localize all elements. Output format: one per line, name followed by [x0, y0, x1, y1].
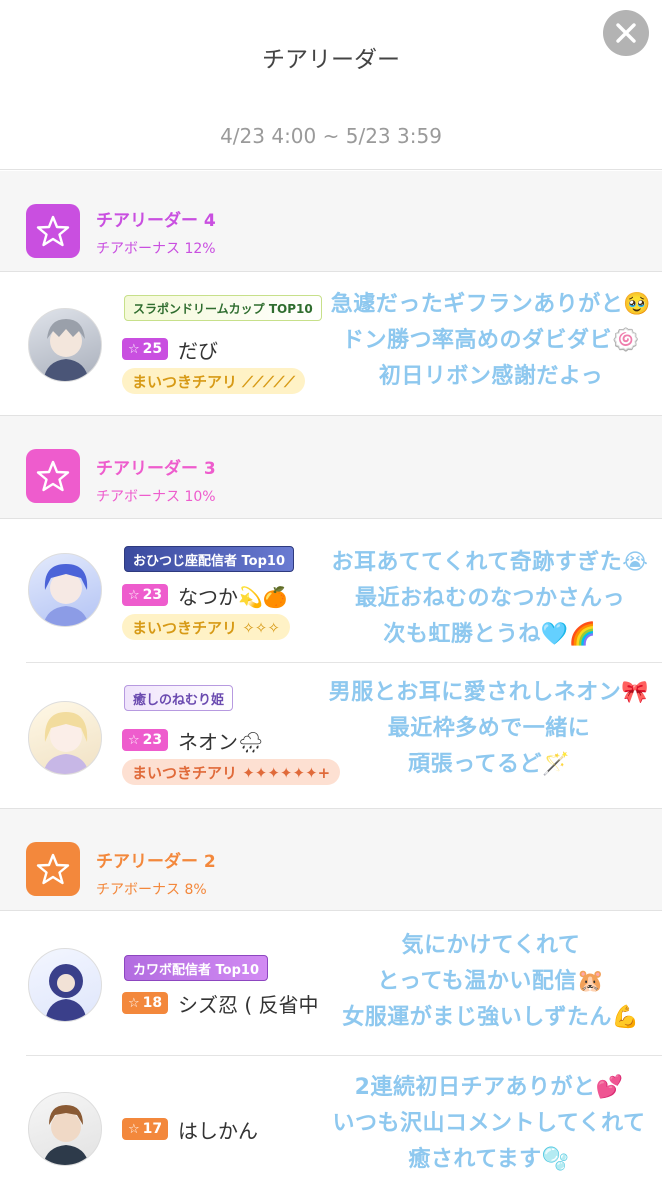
- level-value: 23: [142, 587, 163, 603]
- star-icon: [36, 853, 70, 885]
- message-line: 最近おねむのなつかさんっ: [354, 586, 625, 611]
- message-line: ドン勝つ率高めのダビダビ🍥: [342, 328, 640, 353]
- tier4-badge: [26, 204, 80, 258]
- tier3-badge: [26, 449, 80, 503]
- cheerleader-row[interactable]: カワボ配信者 Top10 ☆ 18 シズ忍 ( 反省中 気にかけてくれて とっても…: [0, 912, 662, 1056]
- thanks-message: 2連続初日チアありがと💕 いつも沢山コメントしてくれて 癒されてます🫧: [318, 1070, 660, 1178]
- message-line: 気にかけてくれて: [401, 933, 581, 958]
- user-name: ネオン🌧: [178, 730, 264, 754]
- user-name: はしかん: [178, 1119, 258, 1143]
- cheerleader-row[interactable]: おひつじ座配信者 Top10 ☆ 23 なつか💫🍊 まいつきチアリ ✧✧✧ お耳あ…: [0, 520, 662, 663]
- star-icon: [36, 215, 70, 247]
- monthly-cheer-tag: まいつきチアリ ⟋⟋⟋⟋⟋: [122, 368, 305, 394]
- message-line: 次も虹勝とうね🩵🌈: [383, 622, 597, 647]
- user-name: だび: [178, 339, 218, 363]
- event-badge: 癒しのねむり姫: [124, 685, 234, 711]
- cheerleader-row[interactable]: ☆ 17 はしかん 2連続初日チアありがと💕 いつも沢山コメントしてくれて 癒され…: [0, 1056, 662, 1200]
- message-line: 2連続初日チアありがと💕: [354, 1075, 624, 1100]
- monthly-cheer-tag: まいつきチアリ ✧✧✧: [122, 614, 290, 640]
- monthly-cheer-tag: まいつきチアリ ✦✦✦✦✦✦+: [122, 759, 341, 785]
- level-badge: ☆ 17: [122, 1118, 169, 1140]
- level-value: 17: [142, 1121, 163, 1137]
- thanks-message: 男服とお耳に愛されしネオン🎀 最近枠多めで一緒に 頑張ってるど🪄: [318, 675, 660, 783]
- level-value: 25: [142, 341, 163, 357]
- level-badge: ☆ 23: [122, 584, 169, 606]
- tier-name: チアリーダー 2: [96, 852, 216, 872]
- event-badge: おひつじ座配信者 Top10: [124, 546, 294, 572]
- close-icon: [616, 23, 636, 43]
- message-line: いつも沢山コメントしてくれて: [332, 1111, 646, 1136]
- message-line: 女服運がまじ強いしずたん💪: [342, 1005, 640, 1030]
- star-icon: [36, 460, 70, 492]
- avatar: [28, 701, 102, 775]
- tier-bonus: チアボーナス 10%: [96, 489, 216, 505]
- message-line: 初日リボン感謝だよっ: [378, 364, 604, 389]
- message-line: 急遽だったギフランありがと🥹: [330, 292, 652, 317]
- close-button[interactable]: [603, 10, 649, 56]
- period-label: 4/23 4:00 ~ 5/23 3:59: [220, 124, 442, 148]
- section-header-tier2: チアリーダー 2 チアボーナス 8%: [0, 809, 662, 911]
- page-title: チアリーダー: [262, 47, 400, 73]
- cheerleader-row[interactable]: 癒しのねむり姫 ☆ 23 ネオン🌧 まいつきチアリ ✦✦✦✦✦✦+ 男服とお耳に愛…: [0, 663, 662, 808]
- section-header-tier3: チアリーダー 3 チアボーナス 10%: [0, 416, 662, 519]
- section-header-tier4: チアリーダー 4 チアボーナス 12%: [0, 171, 662, 272]
- avatar: [28, 308, 102, 382]
- level-badge: ☆ 25: [122, 338, 169, 360]
- message-line: 癒されてます🫧: [408, 1147, 570, 1172]
- message-line: 最近枠多めで一緒に: [387, 716, 591, 741]
- tier-bonus: チアボーナス 8%: [96, 882, 207, 898]
- tier-bonus: チアボーナス 12%: [96, 241, 216, 257]
- level-badge: ☆ 18: [122, 992, 169, 1014]
- level-value: 18: [142, 995, 163, 1011]
- thanks-message: 急遽だったギフランありがと🥹 ドン勝つ率高めのダビダビ🍥 初日リボン感謝だよっ: [326, 287, 656, 395]
- level-value: 23: [142, 732, 163, 748]
- modal-header: チアリーダー 4/23 4:00 ~ 5/23 3:59: [0, 0, 662, 170]
- user-name: なつか💫🍊: [178, 585, 288, 609]
- message-line: お耳あててくれて奇跡すぎた😭: [331, 550, 649, 575]
- user-name: シズ忍 ( 反省中: [178, 993, 319, 1017]
- message-line: 頑張ってるど🪄: [408, 752, 570, 777]
- avatar: [28, 1092, 102, 1166]
- event-badge: カワボ配信者 Top10: [124, 955, 268, 981]
- level-badge: ☆ 23: [122, 729, 169, 751]
- thanks-message: お耳あててくれて奇跡すぎた😭 最近おねむのなつかさんっ 次も虹勝とうね🩵🌈: [320, 545, 660, 653]
- tier-name: チアリーダー 4: [96, 211, 216, 231]
- avatar: [28, 553, 102, 627]
- event-badge: スラポンドリームカップ TOP10: [124, 295, 322, 321]
- avatar: [28, 948, 102, 1022]
- cheerleader-row[interactable]: スラポンドリームカップ TOP10 ☆ 25 だび まいつきチアリ ⟋⟋⟋⟋⟋ 急…: [0, 273, 662, 415]
- message-line: とっても温かい配信🐹: [377, 969, 605, 994]
- thanks-message: 気にかけてくれて とっても温かい配信🐹 女服運がまじ強いしずたん💪: [326, 928, 656, 1036]
- tier-name: チアリーダー 3: [96, 459, 216, 479]
- tier2-badge: [26, 842, 80, 896]
- message-line: 男服とお耳に愛されしネオン🎀: [328, 680, 650, 705]
